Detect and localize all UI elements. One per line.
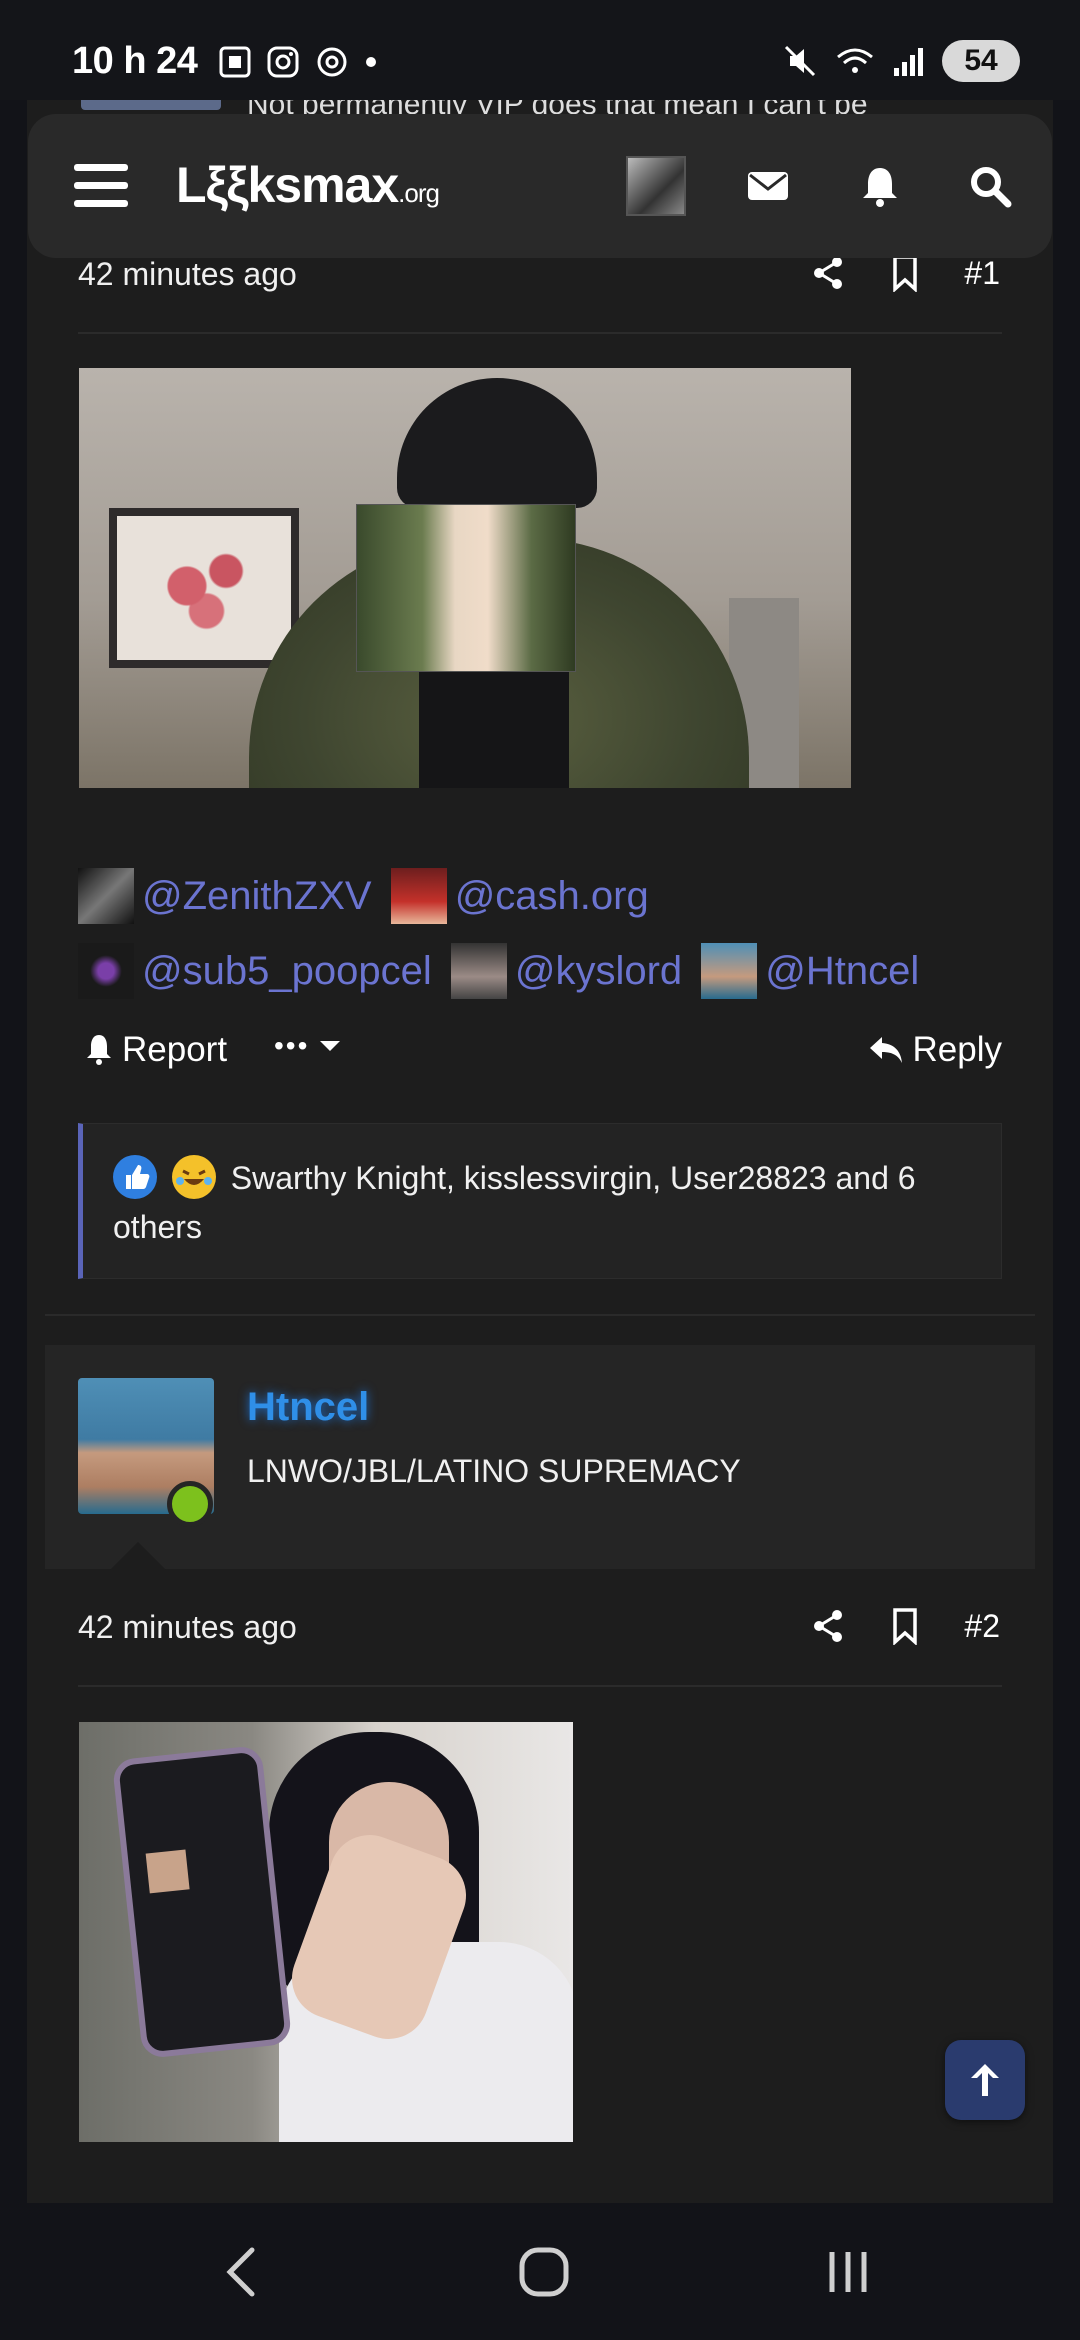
recents-icon[interactable] <box>818 2242 878 2302</box>
mention-htncel[interactable]: @Htncel <box>701 941 919 1001</box>
share-icon[interactable] <box>810 255 846 291</box>
author-username[interactable]: Htncel <box>247 1385 369 1430</box>
logo-main: Lξξksmax <box>176 157 399 213</box>
author-title: LNWO/JBL/LATINO SUPREMACY <box>247 1453 741 1489</box>
post-actions: #2 <box>810 1607 1000 1645</box>
status-time: 10 h 24 <box>72 40 198 82</box>
screenshot-icon <box>219 46 251 78</box>
more-options-button[interactable]: ••• <box>274 1030 343 1062</box>
openai-icon <box>317 47 347 77</box>
report-button[interactable]: Report <box>84 1030 227 1070</box>
post-number[interactable]: #2 <box>964 1608 1000 1645</box>
wifi-icon <box>837 48 873 73</box>
envelope-icon[interactable] <box>744 162 792 210</box>
author-caret <box>110 1542 166 1570</box>
mention-avatar <box>78 868 134 924</box>
site-header: Lξξksmax.org <box>28 114 1052 258</box>
post-author-block: Htncel LNWO/JBL/LATINO SUPREMACY <box>45 1345 1035 1569</box>
mention-label: @ZenithZXV <box>142 874 372 918</box>
image-phone <box>111 1744 293 2060</box>
bell-icon[interactable] <box>856 162 904 210</box>
post-time[interactable]: 42 minutes ago <box>78 256 297 293</box>
bell-icon <box>87 1035 111 1065</box>
image-wall-art <box>109 508 299 668</box>
image-overlay-photo <box>356 504 576 672</box>
post-image[interactable] <box>79 368 851 788</box>
mention-avatar <box>701 943 758 999</box>
scroll-to-top-button[interactable] <box>945 2040 1025 2120</box>
signal-icon <box>894 48 923 76</box>
post-image[interactable] <box>79 1722 573 2142</box>
instagram-icon <box>267 46 299 78</box>
home-icon[interactable] <box>514 2242 574 2302</box>
logo-suffix: .org <box>398 178 440 208</box>
bookmark-icon[interactable] <box>890 254 920 292</box>
reply-icon <box>869 1037 902 1063</box>
battery-indicator: 54 <box>942 40 1020 82</box>
user-avatar[interactable] <box>626 156 686 216</box>
post-actions: #1 <box>810 254 1000 292</box>
divider <box>78 1685 1002 1687</box>
search-icon[interactable] <box>966 162 1014 210</box>
more-label: ••• <box>274 1030 310 1061</box>
divider <box>78 332 1002 334</box>
mention-sub5-poopcel[interactable]: @sub5_poopcel <box>78 941 432 1001</box>
mention-avatar <box>450 943 507 999</box>
reactions-summary[interactable]: Swarthy Knight, kisslessvirgin, User2882… <box>78 1123 1002 1279</box>
dot-icon <box>366 57 376 67</box>
reply-label: Reply <box>912 1030 1002 1069</box>
report-label: Report <box>122 1030 228 1069</box>
mention-label: @cash.org <box>454 874 649 918</box>
like-icon <box>113 1154 157 1199</box>
post-action-row: Report ••• Reply <box>78 1030 1002 1076</box>
post-separator <box>45 1314 1035 1316</box>
mention-zenithzxv[interactable]: @ZenithZXV <box>78 866 372 926</box>
bookmark-icon[interactable] <box>890 1607 920 1645</box>
arrow-up-icon <box>971 2064 999 2096</box>
chevron-down-icon <box>320 1041 341 1051</box>
back-icon[interactable] <box>212 2242 272 2302</box>
mention-kyslord[interactable]: @kyslord <box>450 941 683 1001</box>
mention-label: @Htncel <box>765 949 920 993</box>
mute-icon <box>784 45 816 77</box>
mention-label: @kyslord <box>514 949 683 993</box>
mention-avatar <box>390 868 447 924</box>
status-bar: 10 h 24 54 <box>0 0 1080 100</box>
mention-list: @ZenithZXV @cash.org @sub5_poopcel @kysl… <box>78 866 1008 1016</box>
site-logo[interactable]: Lξξksmax.org <box>176 156 440 214</box>
mention-avatar <box>78 943 134 999</box>
laugh-icon <box>171 1154 216 1199</box>
menu-icon[interactable] <box>74 164 128 208</box>
reply-button[interactable]: Reply <box>867 1030 1002 1070</box>
mention-label: @sub5_poopcel <box>142 949 432 993</box>
image-beanie <box>397 378 597 508</box>
previous-post-avatar <box>81 100 221 110</box>
status-system-icons: 54 <box>782 40 1020 82</box>
post-number[interactable]: #1 <box>964 255 1000 292</box>
system-nav-bar <box>0 2204 1080 2340</box>
mention-cash-org[interactable]: @cash.org <box>390 866 649 926</box>
status-notification-icons <box>218 44 378 80</box>
share-icon[interactable] <box>810 1608 846 1644</box>
post-time[interactable]: 42 minutes ago <box>78 1609 297 1646</box>
online-indicator <box>167 1481 213 1527</box>
image-shirt <box>419 668 569 788</box>
reactions-text: Swarthy Knight, kisslessvirgin, User2882… <box>113 1160 916 1245</box>
